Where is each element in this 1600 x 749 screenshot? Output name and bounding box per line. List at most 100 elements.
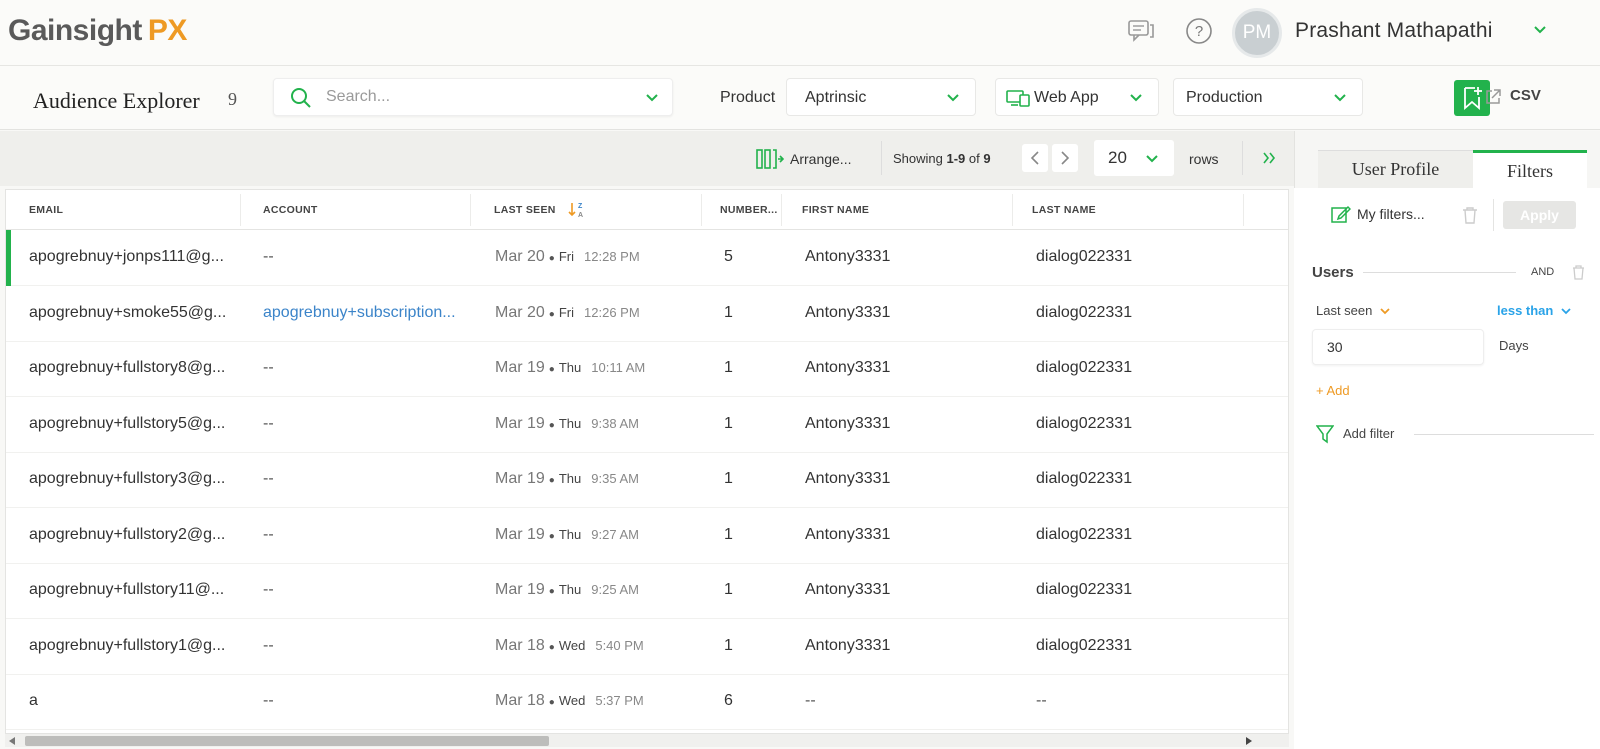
showing-prefix: Showing (893, 151, 943, 166)
table-row[interactable]: a -- 6 -- -- Mar 18 ● Wed 5:37 PM (6, 674, 1288, 730)
column-divider[interactable] (701, 194, 702, 226)
trash-icon[interactable] (1572, 265, 1585, 280)
cell-account: -- (263, 359, 274, 376)
column-header-account[interactable]: ACCOUNT (263, 190, 318, 230)
last-seen-day: Thu (558, 415, 582, 431)
previous-page-button[interactable] (1022, 144, 1048, 172)
separator-dot: ● (548, 253, 555, 264)
add-condition-button[interactable]: + Add (1316, 383, 1350, 398)
sort-icon[interactable]: Z A (568, 201, 586, 219)
column-header-number[interactable]: NUMBER... (720, 190, 778, 230)
column-divider[interactable] (470, 194, 471, 226)
cell-first: Antony3331 (805, 303, 891, 321)
tab-user-profile[interactable]: User Profile (1318, 150, 1473, 188)
toolbar-divider (881, 141, 882, 175)
cell-first: Antony3331 (805, 581, 891, 598)
product-label: Product (720, 89, 776, 106)
product-dropdown[interactable]: Aptrinsic (786, 78, 976, 116)
scroll-right-icon[interactable] (1246, 737, 1253, 745)
gainsight-logo[interactable]: Gainsight PX (8, 14, 187, 48)
columns-icon[interactable] (756, 148, 784, 170)
search-input[interactable] (326, 88, 626, 106)
filter-field-select[interactable]: Last seen (1316, 303, 1390, 318)
separator-dot: ● (548, 530, 555, 542)
column-header-last-seen[interactable]: LAST SEEN (494, 190, 556, 230)
cell-email: apogrebnuy+fullstory3@g... (29, 470, 226, 487)
table-row[interactable]: apogrebnuy+fullstory5@g... -- 1 Antony3331 d… (6, 397, 1288, 453)
last-seen-date: Mar 18 (495, 692, 545, 709)
avatar[interactable]: PM (1232, 8, 1282, 58)
table-row[interactable]: apogrebnuy+fullstory1@g... -- 1 Antony3331 d… (6, 619, 1288, 675)
cell-account: -- (263, 692, 274, 709)
separator-dot: ● (548, 419, 555, 431)
horizontal-scrollbar[interactable] (5, 733, 1289, 747)
cell-last: dialog022331 (1036, 414, 1133, 432)
section-rule (1363, 272, 1516, 273)
column-header-email[interactable]: EMAIL (29, 190, 63, 230)
arrange-columns-button[interactable]: Arrange... (790, 151, 851, 167)
column-header-last-name[interactable]: LAST NAME (1032, 190, 1096, 230)
environment-dropdown[interactable]: Production (1173, 78, 1363, 116)
user-name[interactable]: Prashant Mathapathi (1295, 19, 1493, 43)
filter-icon[interactable] (1316, 424, 1334, 444)
external-link-icon[interactable] (1484, 88, 1502, 106)
double-chevron-right-icon[interactable] (1262, 152, 1276, 164)
app-value: Web App (1034, 89, 1099, 106)
cell-last-seen: Mar 19 ● Thu 9:38 AM (495, 415, 695, 433)
column-divider[interactable] (1012, 194, 1013, 226)
cell-last-seen: Mar 20 ● Fri 12:26 PM (495, 304, 695, 322)
column-divider[interactable] (240, 194, 241, 226)
environment-value: Production (1186, 89, 1263, 106)
table-row[interactable]: apogrebnuy+jonps111@g... -- 5 Antony3331 dia… (6, 230, 1288, 286)
csv-export-button[interactable]: CSV (1510, 87, 1541, 104)
apply-button[interactable]: Apply (1503, 201, 1576, 229)
cell-account[interactable]: apogrebnuy+subscription... (263, 304, 463, 322)
next-page-button[interactable] (1052, 144, 1078, 172)
cell-last-seen: Mar 20 ● Fri 12:28 PM (495, 248, 695, 266)
chevron-down-icon[interactable] (1533, 25, 1547, 35)
search-box[interactable] (273, 78, 673, 116)
chat-icon[interactable] (1126, 16, 1156, 46)
filter-field-value: Last seen (1316, 303, 1373, 318)
edit-icon[interactable] (1331, 204, 1351, 224)
chevron-down-icon (1561, 308, 1571, 315)
add-filter-rule (1414, 434, 1594, 435)
last-seen-date: Mar 19 (495, 414, 545, 432)
cell-last: dialog022331 (1036, 359, 1133, 376)
cell-last: dialog022331 (1036, 525, 1133, 543)
add-filter-button[interactable]: Add filter (1343, 426, 1394, 441)
cell-number: 1 (724, 303, 733, 321)
help-icon[interactable]: ? (1184, 16, 1214, 46)
column-divider[interactable] (781, 194, 782, 226)
cell-email: apogrebnuy+fullstory11@... (29, 581, 225, 598)
table-row[interactable]: apogrebnuy+fullstory8@g... -- 1 Antony3331 d… (6, 341, 1288, 397)
column-divider[interactable] (1243, 194, 1244, 226)
separator-dot: ● (548, 697, 555, 708)
cell-first: Antony3331 (805, 414, 891, 432)
chevron-down-icon[interactable] (646, 93, 658, 102)
last-seen-time: 9:25 AM (591, 582, 639, 597)
last-seen-time: 12:28 PM (584, 249, 640, 264)
column-header-first-name[interactable]: FIRST NAME (802, 190, 869, 230)
toolbar-divider (1242, 141, 1243, 175)
scroll-left-icon[interactable] (9, 737, 16, 745)
filter-operator-select[interactable]: less than (1497, 303, 1571, 318)
filter-value-input[interactable]: 30 (1312, 329, 1484, 365)
rows-per-page-value: 20 (1108, 148, 1127, 167)
table-row[interactable]: apogrebnuy+fullstory11@... -- 1 Antony3331 d… (6, 563, 1288, 619)
logic-operator[interactable]: AND (1531, 266, 1554, 278)
last-seen-day: Fri (558, 249, 575, 264)
my-filters-button[interactable]: My filters... (1357, 206, 1425, 222)
table-row[interactable]: apogrebnuy+smoke55@g... apogrebnuy+subscr… (6, 286, 1288, 342)
tab-filters[interactable]: Filters (1473, 150, 1587, 188)
last-seen-time: 12:26 PM (584, 304, 640, 320)
table-row[interactable]: apogrebnuy+fullstory3@g... -- 1 Antony3331 d… (6, 452, 1288, 508)
app-dropdown[interactable]: Web App (995, 78, 1159, 116)
scrollbar-thumb[interactable] (25, 736, 549, 746)
chevron-down-icon (1334, 94, 1346, 102)
table-row[interactable]: apogrebnuy+fullstory2@g... -- 1 Antony3331 d… (6, 508, 1288, 564)
trash-icon[interactable] (1462, 206, 1478, 224)
rows-per-page-select[interactable]: 20 (1094, 140, 1174, 176)
cell-last: -- (1036, 692, 1047, 709)
cell-account: -- (263, 414, 274, 432)
